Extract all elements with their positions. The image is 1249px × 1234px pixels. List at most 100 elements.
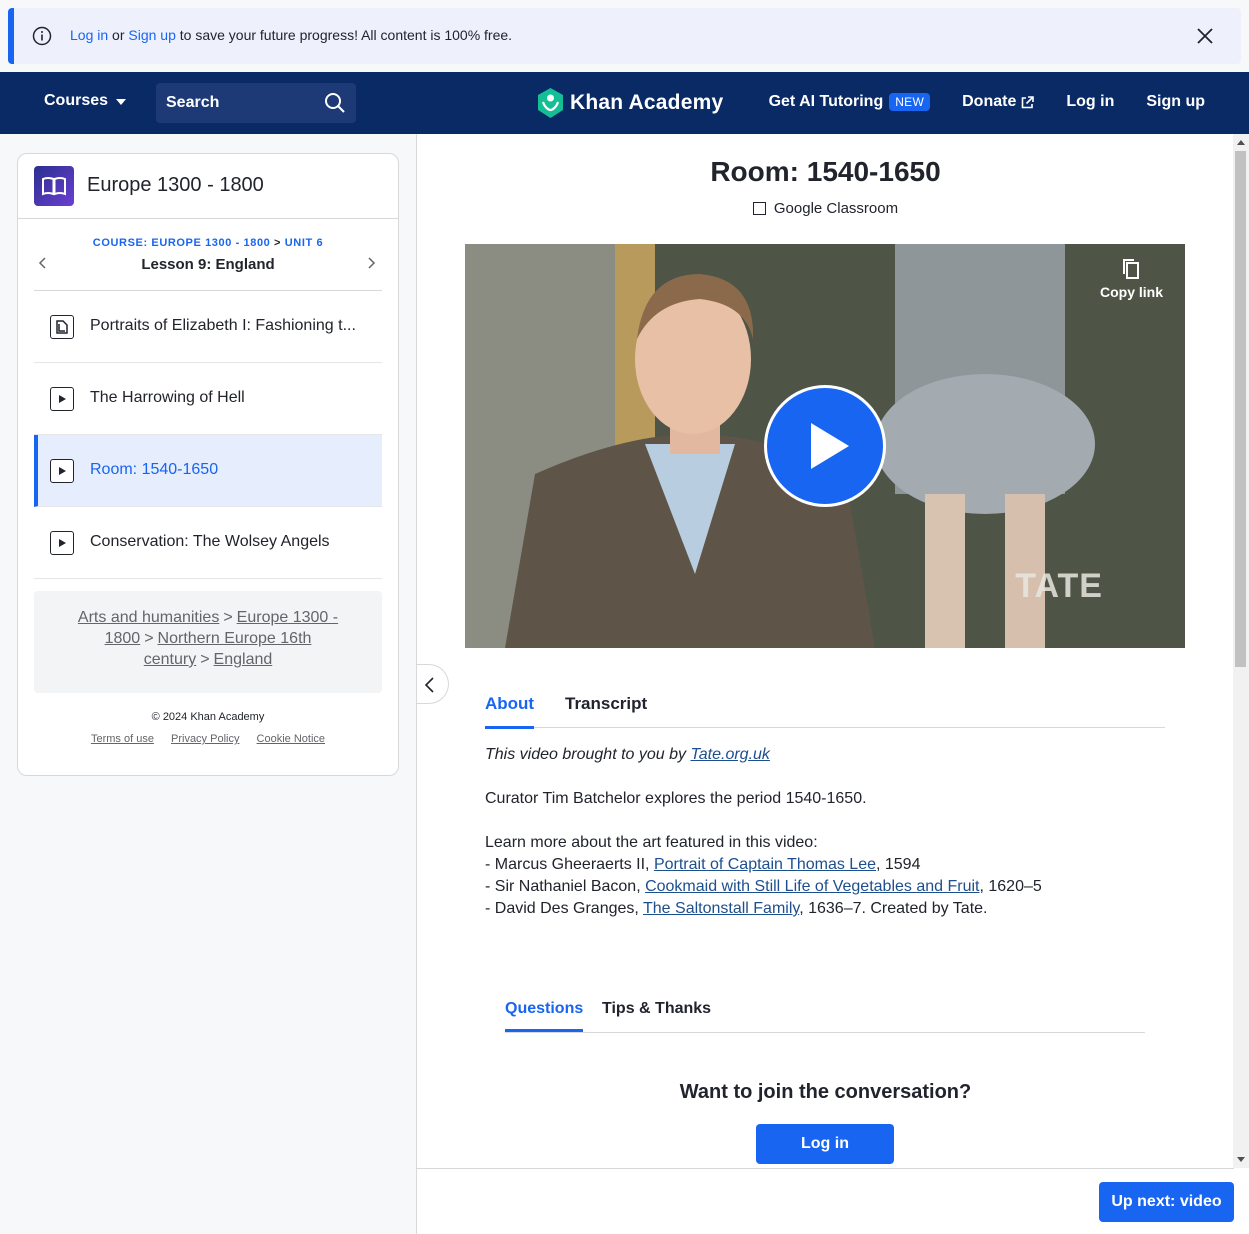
close-icon[interactable] [1195,26,1215,46]
lesson-item-active[interactable]: Room: 1540-1650 [34,435,382,507]
artwork-date: , 1636–7. Created by Tate. [799,900,988,917]
up-next-button[interactable]: Up next: video [1099,1182,1234,1222]
chevron-right-icon[interactable] [364,256,378,270]
chevron-down-icon [116,99,127,105]
external-link-icon [1022,95,1035,108]
login-link[interactable]: Log in [1066,93,1114,111]
khan-academy-logo[interactable]: Khan Academy [537,88,723,118]
artwork-link[interactable]: Portrait of Captain Thomas Lee [654,856,876,873]
about-panel: This video brought to you by Tate.org.uk… [485,744,1165,920]
banner-or: or [108,27,129,43]
breadcrumb-separator: > [223,609,233,626]
tab-tips-thanks[interactable]: Tips & Thanks [602,1000,711,1029]
search-box[interactable]: Search [156,83,356,123]
new-badge: NEW [889,93,931,111]
sponsor-prefix: This video brought to you by [485,746,691,763]
breadcrumb-link[interactable]: Arts and humanities [78,609,219,626]
search-icon [325,93,345,113]
scroll-down-arrow[interactable] [1237,1157,1245,1162]
video-summary: Curator Tim Batchelor explores the perio… [485,790,867,807]
breadcrumb-link[interactable]: England [214,651,273,668]
lesson-item[interactable]: Conservation: The Wolsey Angels [34,507,382,579]
artwork-link[interactable]: The Saltonstall Family [643,900,799,917]
tate-watermark: TATE [1015,567,1103,605]
crumb-course-link[interactable]: COURSE: EUROPE 1300 - 1800 [93,237,271,249]
search-label: Search [166,94,220,111]
courses-menu[interactable]: Courses [44,92,127,110]
video-play-icon [50,531,74,555]
terms-link[interactable]: Terms of use [91,733,154,745]
tate-link[interactable]: Tate.org.uk [690,746,769,763]
signup-banner: Log in or Sign up to save your future pr… [8,8,1241,64]
collapse-sidebar-button[interactable] [417,664,449,704]
crumb-unit-link[interactable]: UNIT 6 [285,237,323,249]
artwork-date: , 1620–5 [979,878,1042,895]
course-header[interactable]: Europe 1300 - 1800 [18,154,398,219]
sponsor-line: This video brought to you by Tate.org.uk [485,744,1165,766]
nav-links: Get AI Tutoring NEW Donate Log in Sign up [769,93,1205,111]
article-icon [50,315,74,339]
lesson-navigator: COURSE: EUROPE 1300 - 1800 > UNIT 6 Less… [34,220,382,291]
bottom-bar: Up next: video [417,1168,1234,1234]
join-login-button[interactable]: Log in [756,1124,894,1164]
breadcrumb-separator: > [144,630,154,647]
lesson-items: Portraits of Elizabeth I: Fashioning t..… [34,291,382,579]
course-book-icon [34,166,74,206]
copy-icon [1123,259,1140,279]
copy-link-button[interactable]: Copy link [1100,258,1163,300]
scroll-up-arrow[interactable] [1237,140,1245,145]
artwork-list-item: - Marcus Gheeraerts II, Portrait of Capt… [485,854,1165,876]
donate-label: Donate [962,93,1017,110]
artwork-link[interactable]: Cookmaid with Still Life of Vegetables a… [645,878,979,895]
cookie-link[interactable]: Cookie Notice [257,733,325,745]
signup-link[interactable]: Sign up [1146,93,1205,111]
footer-links: Terms of use Privacy Policy Cookie Notic… [18,733,398,745]
banner-text: to save your future progress! All conten… [175,27,513,43]
privacy-link[interactable]: Privacy Policy [171,733,239,745]
ai-tutoring-link[interactable]: Get AI Tutoring NEW [769,93,931,111]
discussion-tabs: Questions Tips & Thanks [505,990,1145,1033]
classroom-icon [752,202,766,215]
banner-message: Log in or Sign up to save your future pr… [70,27,512,43]
page-title: Room: 1540-1650 [710,156,941,187]
tab-about[interactable]: About [485,694,535,729]
top-nav: Courses Search Khan Academy Get AI Tutor… [0,72,1249,134]
logo-icon [538,88,563,118]
artwork-date: , 1594 [875,856,921,873]
banner-signup-link[interactable]: Sign up [128,27,175,43]
chevron-left-icon [424,677,434,693]
artwork-artist: - Marcus Gheeraerts II, [485,856,654,873]
ai-tutoring-label: Get AI Tutoring [768,93,884,110]
tab-questions[interactable]: Questions [505,1000,584,1032]
lesson-item-label: Conservation: The Wolsey Angels [90,533,330,550]
lesson-item-label: The Harrowing of Hell [90,389,245,406]
copy-link-label: Copy link [1099,284,1163,300]
brand-name: Khan Academy [570,91,724,114]
banner-login-link[interactable]: Log in [70,27,108,43]
artwork-artist: - Sir Nathaniel Bacon, [485,878,646,895]
breadcrumb: Arts and humanities > Europe 1300 - 1800 > N… [34,591,382,693]
lesson-item[interactable]: Portraits of Elizabeth I: Fashioning t..… [34,291,382,363]
copyright-text: © 2024 Khan Academy [151,711,265,723]
join-conversation-heading: Want to join the conversation? [679,1081,972,1103]
lesson-title: Lesson 9: England [141,256,275,273]
artwork-list-item: - Sir Nathaniel Bacon, Cookmaid with Sti… [485,876,1165,898]
video-player[interactable]: Copy link TATE [465,244,1185,648]
lesson-item-label: Room: 1540-1650 [90,461,219,478]
scroll-thumb[interactable] [1235,151,1246,667]
google-classroom-button[interactable]: Google Classroom [417,200,1234,217]
artwork-list-item: - David Des Granges, The Saltonstall Fam… [485,898,1165,920]
artwork-artist: - David Des Granges, [485,900,643,917]
main-content: Room: 1540-1650 Google Classroom Copy li… [416,134,1249,1234]
donate-link[interactable]: Donate [962,93,1035,111]
classroom-label: Google Classroom [773,200,899,217]
lesson-item[interactable]: The Harrowing of Hell [34,363,382,435]
video-play-icon [50,387,74,411]
video-play-icon [50,459,74,483]
scrollbar[interactable] [1233,134,1249,1168]
breadcrumb-separator: > [200,651,210,668]
play-button[interactable] [764,385,886,507]
tab-transcript[interactable]: Transcript [565,694,647,726]
learn-more-heading: Learn more about the art featured in thi… [485,834,818,851]
content-tabs: About Transcript [485,682,1165,729]
